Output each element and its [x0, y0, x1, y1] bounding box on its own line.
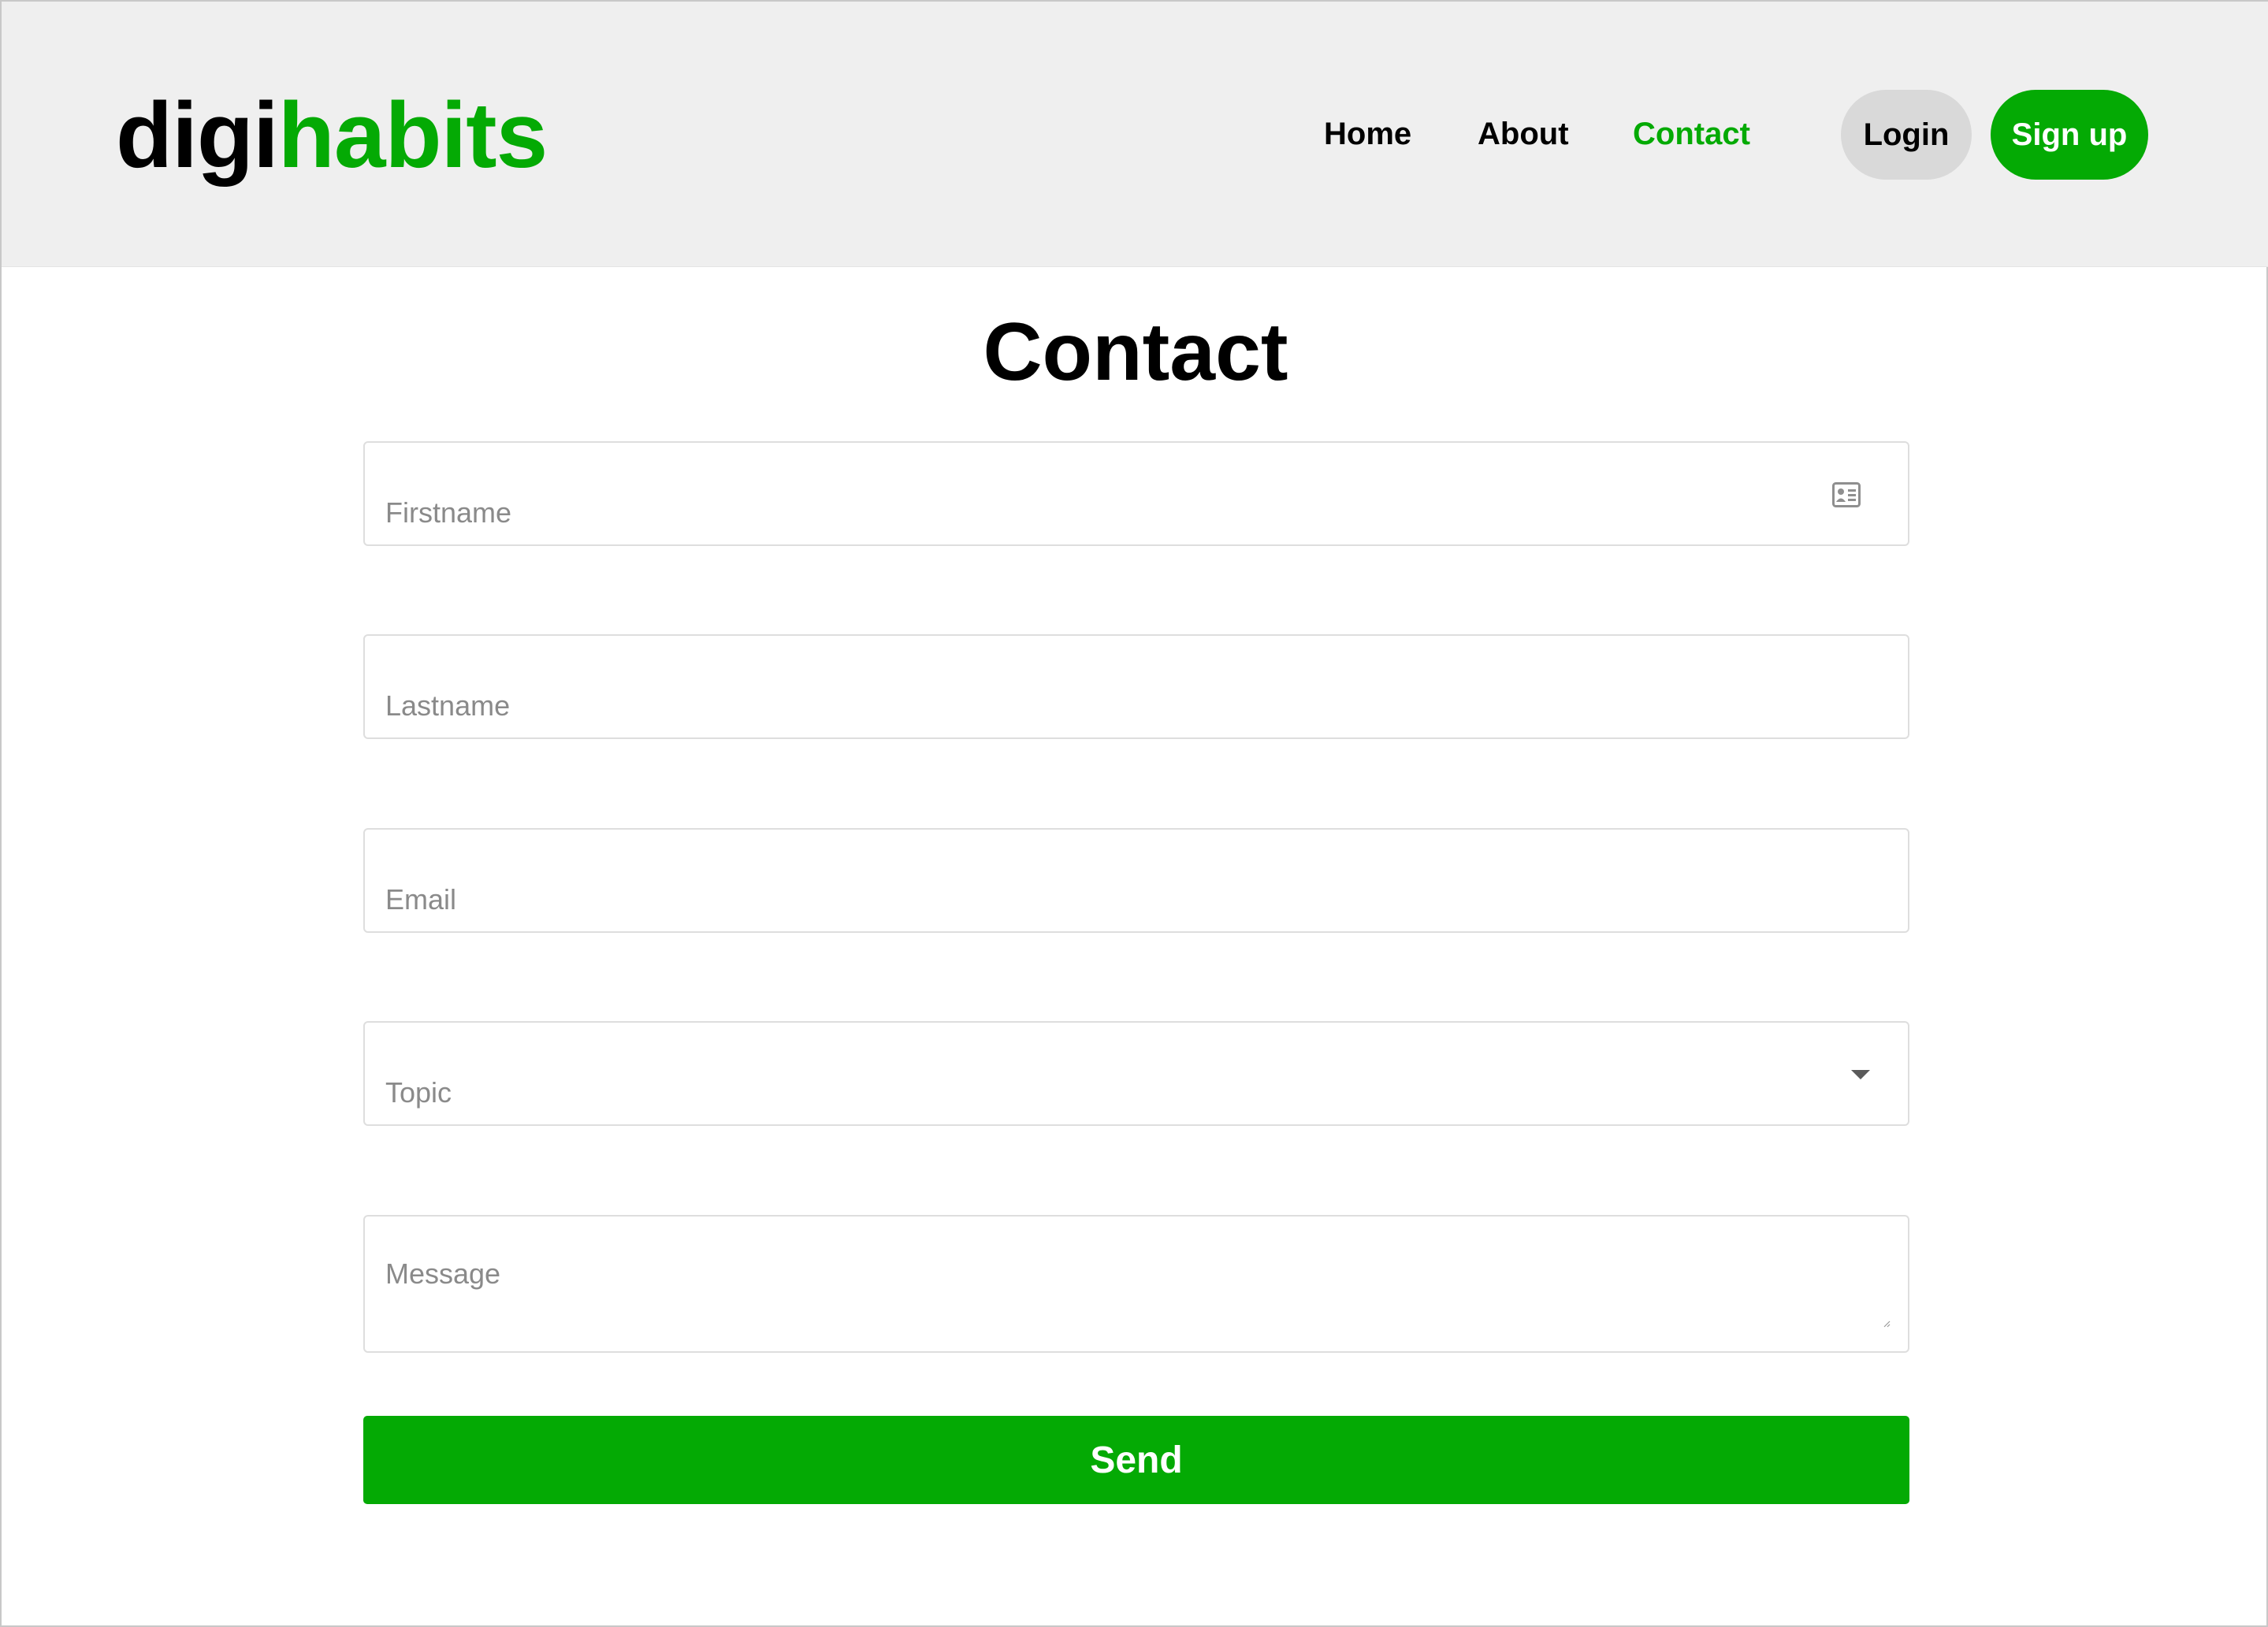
contact-card-icon[interactable] [1832, 482, 1861, 507]
signup-button[interactable]: Sign up [1991, 90, 2148, 180]
page-frame: digihabits Home About Contact Login Sign… [0, 0, 2268, 1627]
message-field-wrapper [363, 1215, 1909, 1353]
resize-handle-icon[interactable] [1883, 1320, 1891, 1328]
firstname-field-wrapper [363, 441, 1909, 546]
topic-field-wrapper: Topic [363, 1021, 1909, 1126]
firstname-input[interactable] [365, 443, 1908, 544]
lastname-input[interactable] [365, 636, 1908, 737]
email-input[interactable] [365, 830, 1908, 931]
logo-text-habits: habits [277, 84, 548, 188]
email-field-wrapper [363, 828, 1909, 933]
page-title: Contact [983, 306, 1288, 398]
send-button[interactable]: Send [363, 1416, 1909, 1504]
nav-link-home[interactable]: Home [1324, 112, 1411, 156]
site-header: digihabits Home About Contact Login Sign… [2, 2, 2268, 267]
topic-select[interactable]: Topic [365, 1023, 1908, 1124]
logo-text-digi: digi [116, 84, 279, 188]
lastname-field-wrapper [363, 634, 1909, 739]
nav-link-about[interactable]: About [1478, 112, 1569, 156]
message-textarea[interactable] [365, 1217, 1908, 1351]
nav-link-contact[interactable]: Contact [1633, 112, 1750, 156]
login-button[interactable]: Login [1841, 90, 1972, 180]
logo[interactable]: digihabits [116, 80, 548, 191]
